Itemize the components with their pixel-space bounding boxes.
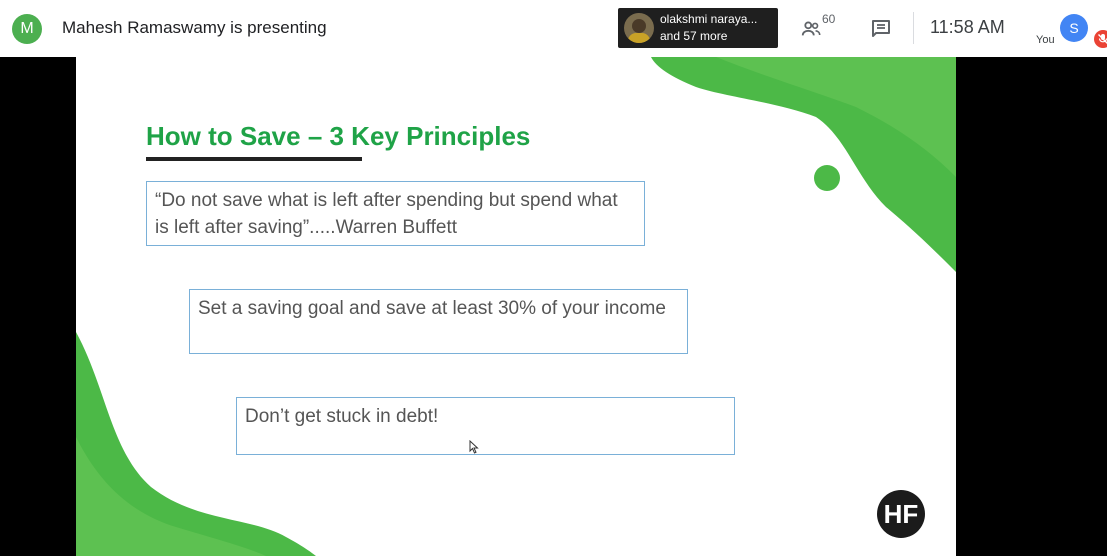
toolbar-divider: [913, 12, 914, 44]
people-count: 60: [822, 12, 836, 26]
meeting-stage: M Mahesh Ramaswamy is presenting olakshm…: [0, 0, 1107, 556]
mic-off-indicator: [1094, 30, 1107, 48]
self-avatar[interactable]: S: [1060, 14, 1088, 42]
principle-box: Set a saving goal and save at least 30% …: [189, 289, 688, 354]
chat-icon: [872, 20, 890, 37]
shared-slide: How to Save – 3 Key Principles “Do not s…: [76, 57, 956, 556]
presenter-avatar: M: [12, 14, 42, 44]
principle-text: Don’t get stuck in debt!: [245, 406, 439, 427]
you-label: You: [1036, 34, 1055, 46]
chat-button[interactable]: [866, 14, 896, 44]
presenting-label: Mahesh Ramaswamy is presenting: [62, 18, 327, 37]
mouse-cursor-icon: [469, 440, 479, 454]
participants-preview[interactable]: olakshmi naraya... and 57 more: [618, 8, 778, 48]
participant-avatar: [624, 13, 654, 43]
principle-text: “Do not save what is left after spending…: [155, 190, 618, 238]
clock: 11:58 AM: [930, 17, 1005, 37]
people-icon: [801, 21, 821, 36]
principle-box: Don’t get stuck in debt!: [236, 397, 735, 455]
principle-box: “Do not save what is left after spending…: [146, 181, 645, 246]
participants-more: and 57 more: [660, 29, 728, 43]
mic-off-icon: [1098, 34, 1107, 44]
hf-logo: HF: [877, 490, 925, 538]
title-underline: [146, 157, 362, 161]
presentation-top-bar: M Mahesh Ramaswamy is presenting olakshm…: [0, 0, 1107, 57]
principle-text: Set a saving goal and save at least 30% …: [198, 298, 666, 319]
participant-name: olakshmi naraya...: [660, 12, 758, 26]
people-button[interactable]: 60: [800, 12, 844, 44]
slide-title: How to Save – 3 Key Principles: [146, 121, 531, 151]
